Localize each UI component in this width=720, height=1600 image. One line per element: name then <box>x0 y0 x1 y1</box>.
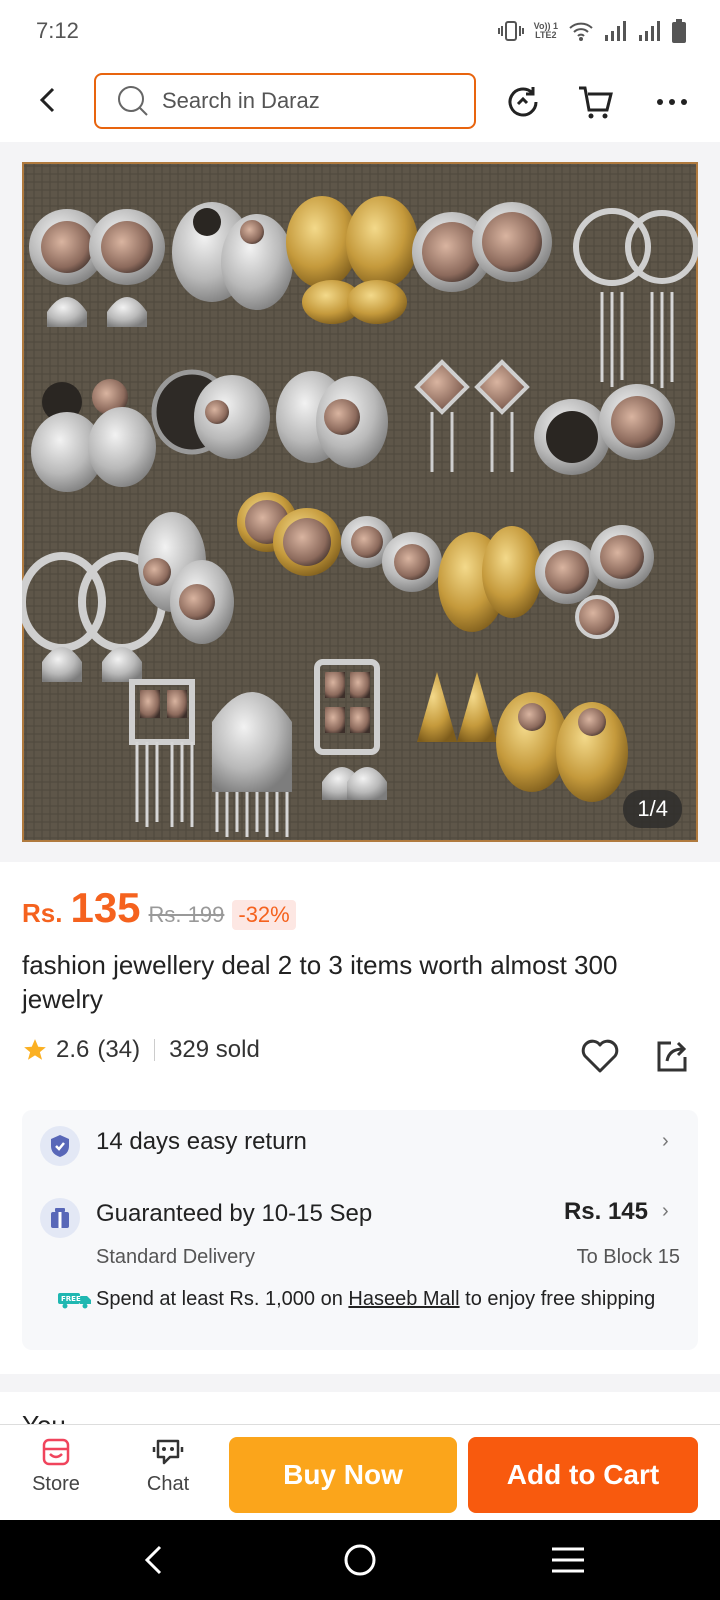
discount-badge: -32% <box>232 900 296 930</box>
delivery-icon <box>40 1198 80 1238</box>
delivery-chevron-icon[interactable]: › <box>662 1200 669 1223</box>
free-shipping-pre: Spend at least Rs. 1,000 on <box>96 1288 349 1310</box>
return-policy-text: 14 days easy return <box>96 1128 307 1155</box>
star-icon <box>24 1039 46 1060</box>
rating-separator <box>154 1039 156 1061</box>
history-button[interactable] <box>501 80 545 124</box>
free-shipping-note: FREE Spend at least Rs. 1,000 on Haseeb M… <box>58 1288 676 1310</box>
search-icon <box>118 86 148 116</box>
back-button[interactable] <box>30 82 66 118</box>
vibrate-icon <box>497 21 524 41</box>
image-counter: 1/4 <box>623 790 682 828</box>
nav-menu-icon <box>552 1547 584 1573</box>
return-policy-icon <box>40 1126 80 1166</box>
delivery-location[interactable]: To Block 15 <box>577 1246 680 1269</box>
svg-text:FREE: FREE <box>61 1295 81 1303</box>
delivery-price: Rs. 145 <box>563 1198 648 1225</box>
search-input[interactable]: Search in Daraz <box>94 73 476 129</box>
status-icons: Vo)) 1 LTE2 <box>497 19 686 43</box>
price-row: Rs. 135 Rs. 199 -32% <box>22 884 296 932</box>
system-back-button[interactable] <box>132 1538 176 1582</box>
cart-icon <box>579 86 613 119</box>
earrings-illustration <box>22 162 698 842</box>
delivery-type: Standard Delivery <box>96 1246 255 1268</box>
share-icon <box>657 1041 687 1072</box>
chat-icon <box>152 1439 184 1465</box>
store-label: Store <box>32 1473 80 1495</box>
battery-icon <box>672 19 686 43</box>
wishlist-button[interactable] <box>578 1034 622 1078</box>
signal-icon-1 <box>605 21 626 41</box>
product-title: fashion jewellery deal 2 to 3 items wort… <box>22 950 618 1014</box>
delivery-info-card: 14 days easy return › Guaranteed by 10-1… <box>22 1110 698 1350</box>
wifi-icon <box>569 22 593 41</box>
status-bar: 7:12 Vo)) 1 LTE2 <box>0 0 720 62</box>
price-currency: Rs. <box>22 898 63 928</box>
signal-icon-2 <box>639 21 660 41</box>
section-divider <box>0 1374 720 1392</box>
app-header: Search in Daraz <box>0 62 720 142</box>
bottom-action-bar: Store Chat Buy Now Add to Cart <box>0 1424 720 1520</box>
product-image[interactable]: 1/4 <box>22 162 698 842</box>
store-link[interactable]: Haseeb Mall <box>348 1288 459 1310</box>
chat-button[interactable]: Chat <box>128 1437 208 1496</box>
system-nav-bar <box>0 1520 720 1600</box>
chat-label: Chat <box>146 1473 190 1495</box>
store-icon <box>42 1438 70 1466</box>
status-time: 7:12 <box>36 18 79 43</box>
search-placeholder: Search in Daraz <box>162 88 320 113</box>
store-button[interactable]: Store <box>16 1437 96 1496</box>
more-options-button[interactable] <box>650 80 694 124</box>
history-icon <box>508 87 538 117</box>
rating-count: (34) <box>97 1036 141 1063</box>
buy-now-button[interactable]: Buy Now <box>229 1437 457 1513</box>
cart-button[interactable] <box>574 80 618 124</box>
rating-score: 2.6 <box>56 1036 90 1063</box>
more-icon <box>657 99 687 105</box>
return-chevron-icon[interactable]: › <box>662 1130 669 1153</box>
nav-home-icon <box>344 1544 376 1576</box>
system-home-button[interactable] <box>338 1538 382 1582</box>
heart-icon <box>581 1039 619 1073</box>
rating-row[interactable]: 2.6 (34) 329 sold <box>22 1036 260 1064</box>
system-menu-button[interactable] <box>546 1538 590 1582</box>
back-arrow-icon <box>39 87 55 113</box>
free-shipping-post: to enjoy free shipping <box>459 1288 656 1310</box>
add-to-cart-button[interactable]: Add to Cart <box>468 1437 698 1513</box>
volte-icon: Vo)) 1 LTE2 <box>533 21 558 40</box>
nav-back-icon <box>144 1545 162 1575</box>
price-original: Rs. 199 <box>148 902 225 927</box>
share-button[interactable] <box>650 1034 694 1078</box>
price-current: 135 <box>70 884 141 931</box>
sold-count: 329 sold <box>169 1036 260 1063</box>
next-section-heading: You <box>22 1410 66 1424</box>
free-shipping-truck-icon: FREE <box>58 1292 91 1309</box>
delivery-title: Guaranteed by 10-15 Sep <box>96 1200 373 1227</box>
